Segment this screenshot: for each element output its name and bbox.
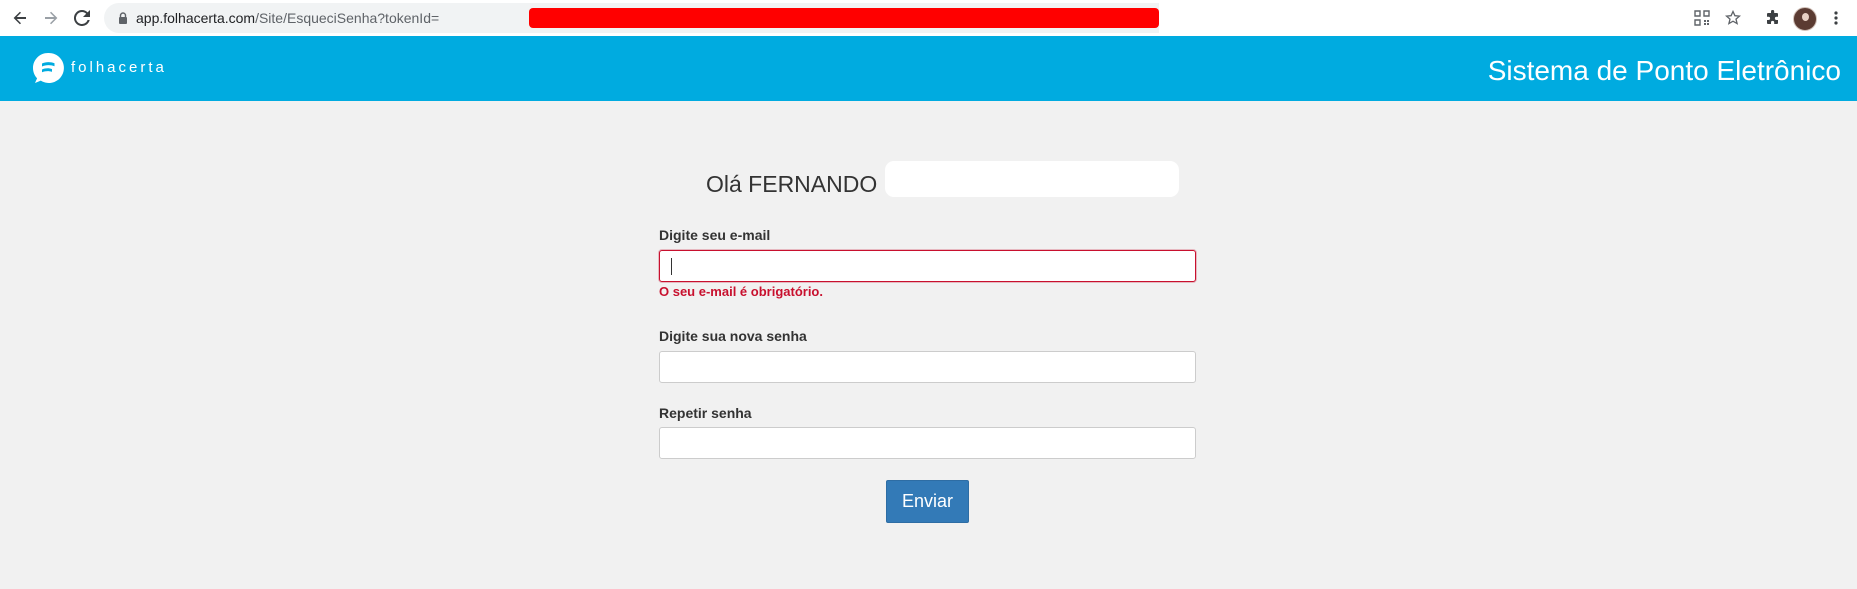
redaction-mask [1159, 3, 1421, 33]
reload-button[interactable] [70, 6, 94, 30]
extensions-button[interactable] [1761, 6, 1785, 30]
puzzle-icon [1767, 10, 1778, 24]
repeat-password-field[interactable] [659, 427, 1196, 459]
text-caret [671, 258, 672, 275]
app-title: Sistema de Ponto Eletrônico [1487, 55, 1841, 86]
browser-toolbar: app.folhacerta.com/Site/EsqueciSenha?tok… [0, 0, 1857, 37]
profile-avatar[interactable] [1793, 7, 1817, 31]
folhacerta-logo-icon[interactable] [32, 52, 64, 84]
url-text: app.folhacerta.com/Site/EsqueciSenha?tok… [136, 10, 440, 26]
arrow-left-icon [13, 11, 26, 25]
star-icon [1725, 10, 1741, 25]
email-field[interactable] [659, 250, 1196, 282]
greeting-text: Olá FERNANDO [706, 171, 878, 197]
new-password-field[interactable] [659, 351, 1196, 383]
address-bar[interactable]: app.folhacerta.com/Site/EsqueciSenha?tok… [104, 3, 1421, 33]
repeat-password-label: Repetir senha [659, 405, 752, 421]
qr-code-button[interactable] [1690, 6, 1714, 30]
more-vertical-icon [1834, 11, 1838, 25]
forward-button[interactable] [39, 6, 63, 30]
qr-code-icon [1694, 10, 1710, 26]
redaction-mask [885, 161, 1179, 197]
reload-icon [74, 10, 90, 26]
email-label: Digite seu e-mail [659, 227, 771, 243]
app-header: folhacerta Sistema de Ponto Eletrônico [0, 36, 1857, 101]
arrow-right-icon [45, 11, 58, 25]
brand-name: folhacerta [71, 59, 167, 76]
redaction-mark [529, 8, 1159, 28]
bookmark-button[interactable] [1721, 6, 1745, 30]
new-password-label: Digite sua nova senha [659, 328, 807, 344]
back-button[interactable] [8, 6, 32, 30]
email-error-message: O seu e-mail é obrigatório. [659, 284, 823, 299]
menu-button[interactable] [1824, 6, 1848, 30]
submit-button[interactable]: Enviar [886, 480, 969, 523]
lock-icon[interactable] [118, 12, 128, 24]
